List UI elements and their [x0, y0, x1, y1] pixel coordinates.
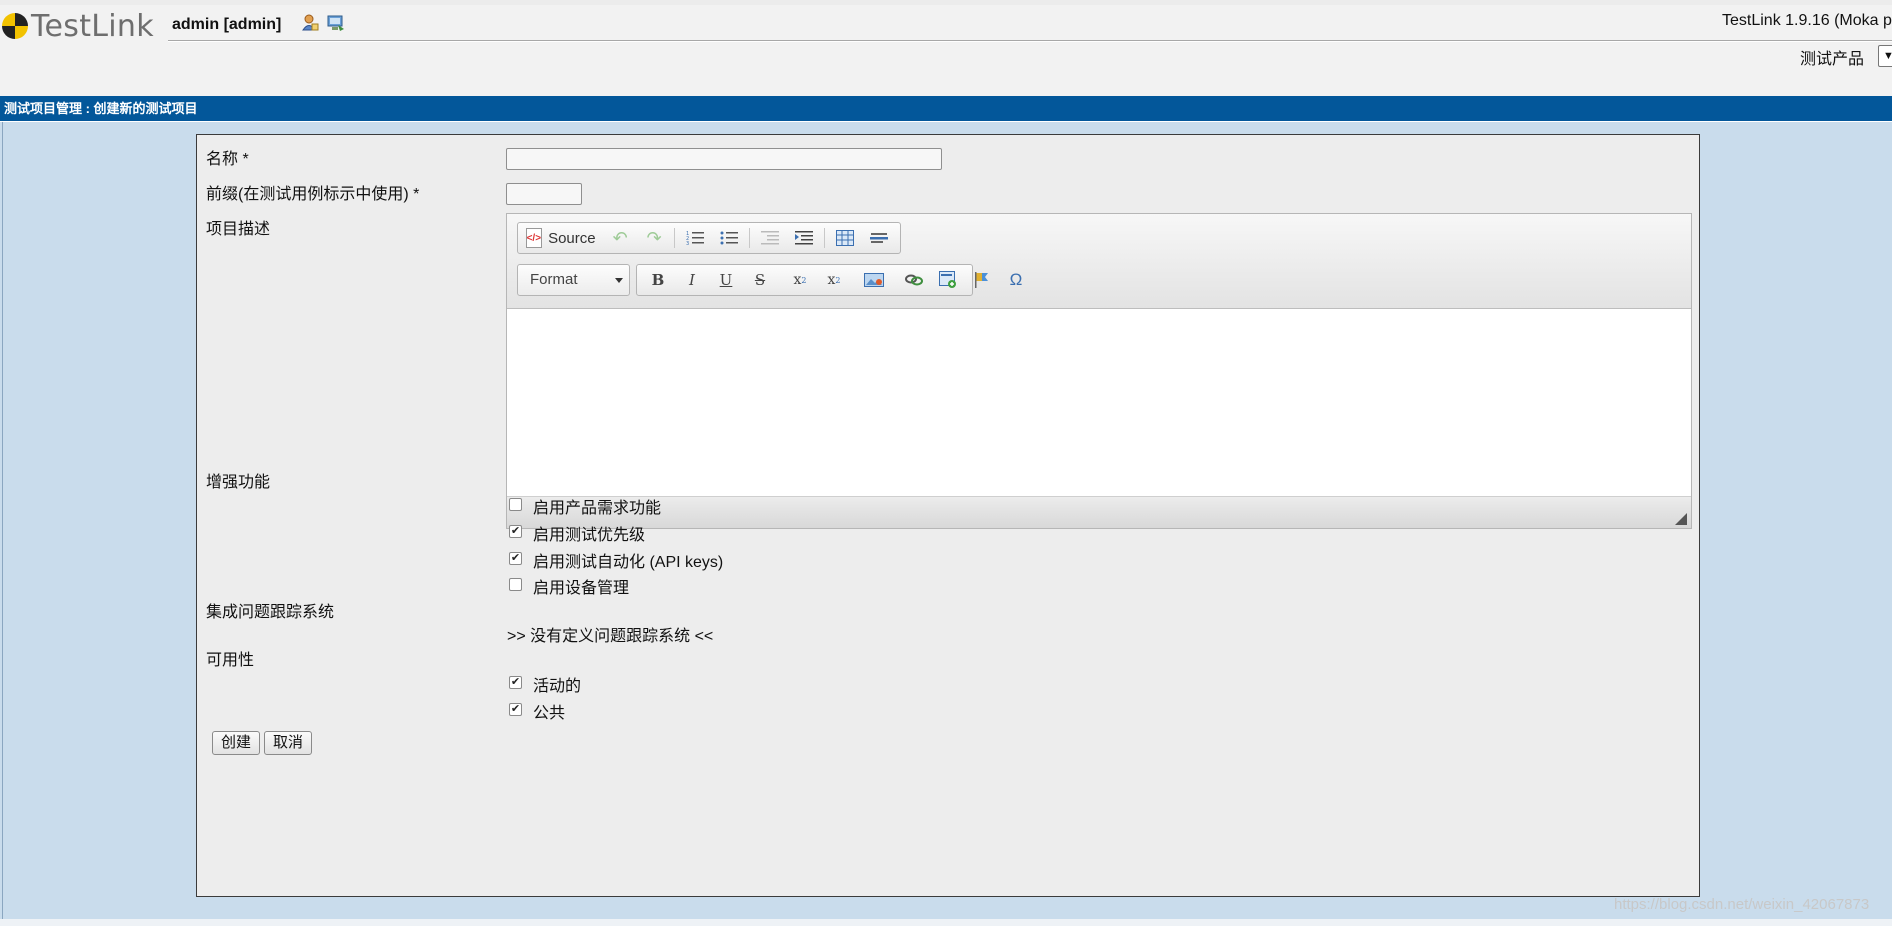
- header-divider: [168, 40, 1892, 42]
- create-button[interactable]: 创建: [212, 731, 260, 755]
- source-label: Source: [548, 229, 596, 247]
- name-label: 名称 *: [206, 151, 249, 168]
- feature-requirements-checkbox[interactable]: [509, 498, 522, 511]
- prefix-label: 前缀(在测试用例标示中使用) *: [206, 186, 420, 203]
- bulleted-list-icon[interactable]: [717, 226, 741, 250]
- active-label: 活动的: [533, 678, 582, 695]
- toolbar-separator: [674, 228, 676, 248]
- enhanced-features-label: 增强功能: [206, 474, 271, 491]
- omega-special-char-icon[interactable]: Ω: [1004, 268, 1028, 292]
- logout-icon[interactable]: [326, 13, 346, 33]
- editor-toolbar: </> Source ↶ ↷ 123 Format B I U S x 2 x …: [507, 214, 1691, 309]
- issue-tracker-value: >> 没有定义问题跟踪系统 <<: [507, 628, 714, 645]
- table-icon[interactable]: [833, 226, 857, 250]
- feature-requirements-label: 启用产品需求功能: [533, 500, 662, 517]
- product-label: 测试产品: [1800, 51, 1865, 68]
- anchor-flag-icon[interactable]: [970, 268, 994, 292]
- horizontal-rule-icon[interactable]: [867, 226, 891, 250]
- cancel-button[interactable]: 取消: [264, 731, 312, 755]
- main-bottom-strip: [0, 919, 1892, 926]
- undo-icon[interactable]: ↶: [608, 226, 632, 250]
- header-bar: TestLink admin [admin] TestLink 1.9.16 (…: [0, 0, 1892, 96]
- main-left-border: [2, 122, 3, 919]
- browser-strip: [0, 0, 1892, 5]
- page-title: 测试项目管理 : 创建新的测试项目: [0, 96, 1892, 121]
- version-text: TestLink 1.9.16 (Moka p: [1722, 12, 1892, 29]
- format-label: Format: [530, 271, 578, 288]
- toolbar-separator: [824, 228, 825, 248]
- name-input[interactable]: [506, 148, 942, 170]
- redo-icon[interactable]: ↷: [642, 226, 666, 250]
- subscript-icon[interactable]: x2: [788, 268, 812, 292]
- testlink-logo[interactable]: TestLink: [2, 8, 154, 44]
- toolbar-group-1: </> Source ↶ ↷ 123: [517, 222, 901, 254]
- feature-inventory-label: 启用设备管理: [533, 580, 630, 597]
- editor-content-area[interactable]: [507, 309, 1691, 497]
- logo-mark-icon: [2, 13, 28, 39]
- create-project-form: 名称 * 前缀(在测试用例标示中使用) * 项目描述 </> Source ↶ …: [196, 134, 1700, 897]
- format-dropdown[interactable]: Format: [517, 264, 630, 296]
- link-icon[interactable]: [902, 268, 926, 292]
- prefix-input[interactable]: [506, 183, 582, 205]
- outdent-icon[interactable]: [758, 226, 782, 250]
- underline-icon[interactable]: U: [714, 268, 738, 292]
- public-label: 公共: [533, 705, 566, 722]
- indent-icon[interactable]: [792, 226, 816, 250]
- feature-priority-label: 启用测试优先级: [533, 527, 646, 544]
- strike-icon[interactable]: S: [748, 268, 772, 292]
- editor-statusbar: [507, 496, 1691, 528]
- description-label: 项目描述: [206, 221, 271, 238]
- source-icon: </>: [525, 228, 543, 248]
- feature-priority-checkbox[interactable]: ✔: [509, 525, 522, 538]
- watermark: https://blog.csdn.net/weixin_42067873: [1614, 896, 1870, 913]
- svg-text:3: 3: [686, 241, 689, 246]
- logo-text: TestLink: [31, 8, 154, 44]
- insert-template-icon[interactable]: [936, 268, 960, 292]
- description-editor: </> Source ↶ ↷ 123 Format B I U S x 2 x …: [506, 213, 1692, 529]
- current-user: admin [admin]: [172, 16, 282, 33]
- italic-icon[interactable]: I: [680, 268, 704, 292]
- availability-label: 可用性: [206, 652, 255, 669]
- feature-automation-label: 启用测试自动化 (API keys): [533, 554, 724, 571]
- chevron-down-icon: [615, 278, 623, 283]
- product-select[interactable]: ▼: [1878, 45, 1892, 67]
- numbered-list-icon[interactable]: 123: [683, 226, 707, 250]
- user-settings-icon[interactable]: [300, 13, 320, 33]
- feature-inventory-checkbox[interactable]: [509, 578, 522, 591]
- resize-grip-icon[interactable]: [1675, 513, 1687, 525]
- active-checkbox[interactable]: ✔: [509, 676, 522, 689]
- image-icon[interactable]: [862, 268, 886, 292]
- superscript-icon[interactable]: x2: [822, 268, 846, 292]
- toolbar-group-2: B I U S x2 x2 Ω: [636, 264, 1022, 296]
- public-checkbox[interactable]: ✔: [509, 703, 522, 716]
- issue-tracker-label: 集成问题跟踪系统: [206, 604, 335, 621]
- source-button[interactable]: </> Source: [525, 226, 598, 250]
- bold-icon[interactable]: B: [646, 268, 670, 292]
- feature-automation-checkbox[interactable]: ✔: [509, 552, 522, 565]
- toolbar-separator: [749, 228, 751, 248]
